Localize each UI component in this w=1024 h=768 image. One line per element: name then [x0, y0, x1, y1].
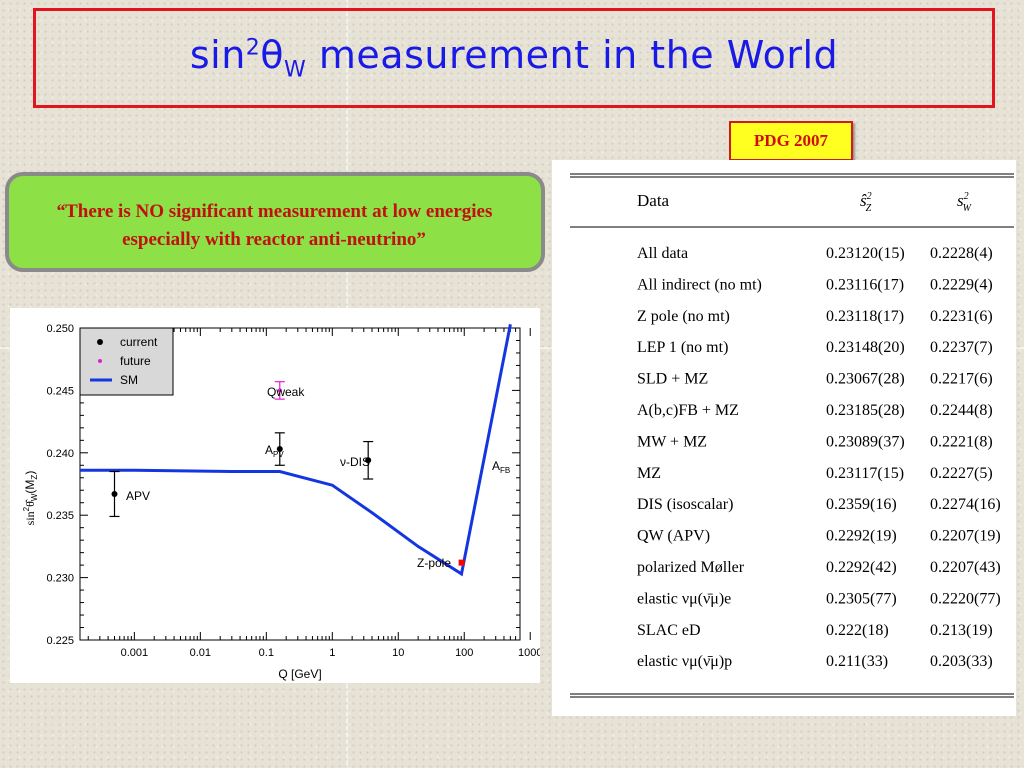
table-cell-sz: 0.23118(17): [826, 308, 904, 325]
pdg-data-table: Data ŝ2 Z s2 W All data 0.23120(15) 0.2228(4…: [552, 160, 1016, 716]
slide-title: sin2θW measurement in the World: [189, 33, 839, 83]
pdg-2007-badge: PDG 2007: [729, 121, 853, 161]
table-cell-data: elastic νμ(ν̄μ)p: [637, 653, 732, 670]
table-cell-sw: 0.2207(43): [930, 559, 1001, 576]
table-cell-sz: 0.222(18): [826, 622, 889, 639]
table-cell-sw: 0.2244(8): [930, 402, 993, 419]
table-cell-sw: 0.2217(6): [930, 371, 993, 388]
plot-legend: current future SM: [79, 327, 174, 396]
table-cell-sw: 0.2228(4): [930, 245, 993, 262]
table-cell-data: Z pole (no mt): [637, 308, 730, 325]
legend-future-marker: [98, 359, 102, 363]
legend-future-label: future: [120, 354, 151, 368]
table-cell-sz: 0.2292(42): [826, 559, 897, 576]
table-cell-data: All data: [637, 245, 688, 262]
table-cell-sz: 0.211(33): [826, 653, 888, 670]
y-tick-label: 0.230: [46, 573, 74, 585]
label-nu-dis: ν-DIS: [340, 455, 370, 469]
table-cell-sz: 0.23116(17): [826, 276, 904, 293]
table-cell-sw: 0.213(19): [930, 622, 993, 639]
quote-callout: “There is NO significant measurement at …: [5, 172, 545, 272]
table-cell-data: A(b,c)FB + MZ: [637, 402, 739, 419]
y-tick-label: 0.250: [46, 323, 74, 335]
legend-sm-label: SM: [120, 373, 138, 387]
table-cell-sw: 0.203(33): [930, 653, 993, 670]
table-cell-data: SLD + MZ: [637, 371, 708, 388]
label-qweak: Qweak: [267, 385, 305, 399]
table-cell-sw: 0.2231(6): [930, 308, 993, 325]
table-cell-sw: 0.2207(19): [930, 528, 1001, 545]
table-cell-sz: 0.23067(28): [826, 371, 905, 388]
table-cell-sw: 0.2274(16): [930, 496, 1001, 513]
table-cell-sw: 0.2227(5): [930, 465, 993, 482]
table-cell-sw: 0.2237(7): [930, 339, 993, 356]
table-svg: Data ŝ2 Z s2 W All data 0.23120(15) 0.2228(4…: [570, 173, 1014, 698]
x-tick-label: 1: [329, 647, 335, 659]
table-cell-sz: 0.2359(16): [826, 496, 897, 513]
y-tick-label: 0.240: [46, 448, 74, 460]
table-header-sz: ŝ2 Z: [860, 191, 872, 214]
table-cell-sw: 0.2220(77): [930, 590, 1001, 607]
y-tick-label: 0.225: [46, 635, 74, 647]
y-tick-label: 0.245: [46, 385, 74, 397]
table-cell-sz: 0.23089(37): [826, 433, 905, 450]
table-cell-sz: 0.23117(15): [826, 465, 904, 482]
table-cell-sz: 0.23148(20): [826, 339, 905, 356]
table-cell-sw: 0.2229(4): [930, 276, 993, 293]
table-cell-data: SLAC eD: [637, 622, 701, 639]
table-cell-sz: 0.2305(77): [826, 590, 897, 607]
weak-mixing-angle-plot: 0.001 0.01 0.1 1 10 100 1000 0.225 0.230 0.235 0.2…: [10, 308, 553, 683]
x-tick-label: 1000: [518, 647, 540, 659]
table-cell-sz: 0.2292(19): [826, 528, 897, 545]
table-cell-data: polarized Møller: [637, 559, 745, 576]
table-header-data: Data: [637, 191, 670, 210]
plot-svg: 0.001 0.01 0.1 1 10 100 1000 0.225 0.230 0.235 0.2…: [22, 323, 553, 681]
legend-current-label: current: [120, 335, 158, 349]
table-cell-data: DIS (isoscalar): [637, 496, 733, 513]
table-cell-data: All indirect (no mt): [637, 276, 762, 293]
legend-current-marker: [97, 339, 103, 345]
table-cell-data: elastic νμ(ν̄μ)e: [637, 590, 731, 607]
y-axis-label: sin2θ̂W(MZ): [22, 471, 39, 526]
quote-open-mark: “: [55, 201, 66, 222]
table-cell-sw: 0.2221(8): [930, 433, 993, 450]
x-tick-label: 10: [392, 647, 404, 659]
label-apv: APV: [126, 489, 150, 503]
table-header-sw: s2 W: [957, 191, 973, 214]
x-axis-label: Q [GeV]: [278, 667, 321, 681]
table-cell-sz: 0.23185(28): [826, 402, 905, 419]
y-tick-label: 0.235: [46, 510, 74, 522]
table-cell-data: MZ: [637, 465, 661, 482]
label-apv-slac: APV: [265, 443, 284, 459]
table-cell-data: QW (APV): [637, 528, 710, 545]
label-afb: AFB: [492, 459, 510, 475]
x-tick-label: 100: [455, 647, 473, 659]
slide-title-box: sin2θW measurement in the World: [33, 8, 995, 108]
label-z-pole: Z-pole: [417, 556, 451, 570]
table-cell-sz: 0.23120(15): [826, 245, 905, 262]
point-z-pole: [458, 559, 465, 566]
quote-text: There is NO significant measurement at l…: [65, 201, 493, 250]
x-tick-label: 0.001: [121, 647, 149, 659]
table-cell-data: MW + MZ: [637, 433, 707, 450]
point-apv: [111, 490, 118, 497]
table-cell-data: LEP 1 (no mt): [637, 339, 728, 356]
x-tick-label: 0.01: [190, 647, 211, 659]
x-tick-label: 0.1: [259, 647, 274, 659]
